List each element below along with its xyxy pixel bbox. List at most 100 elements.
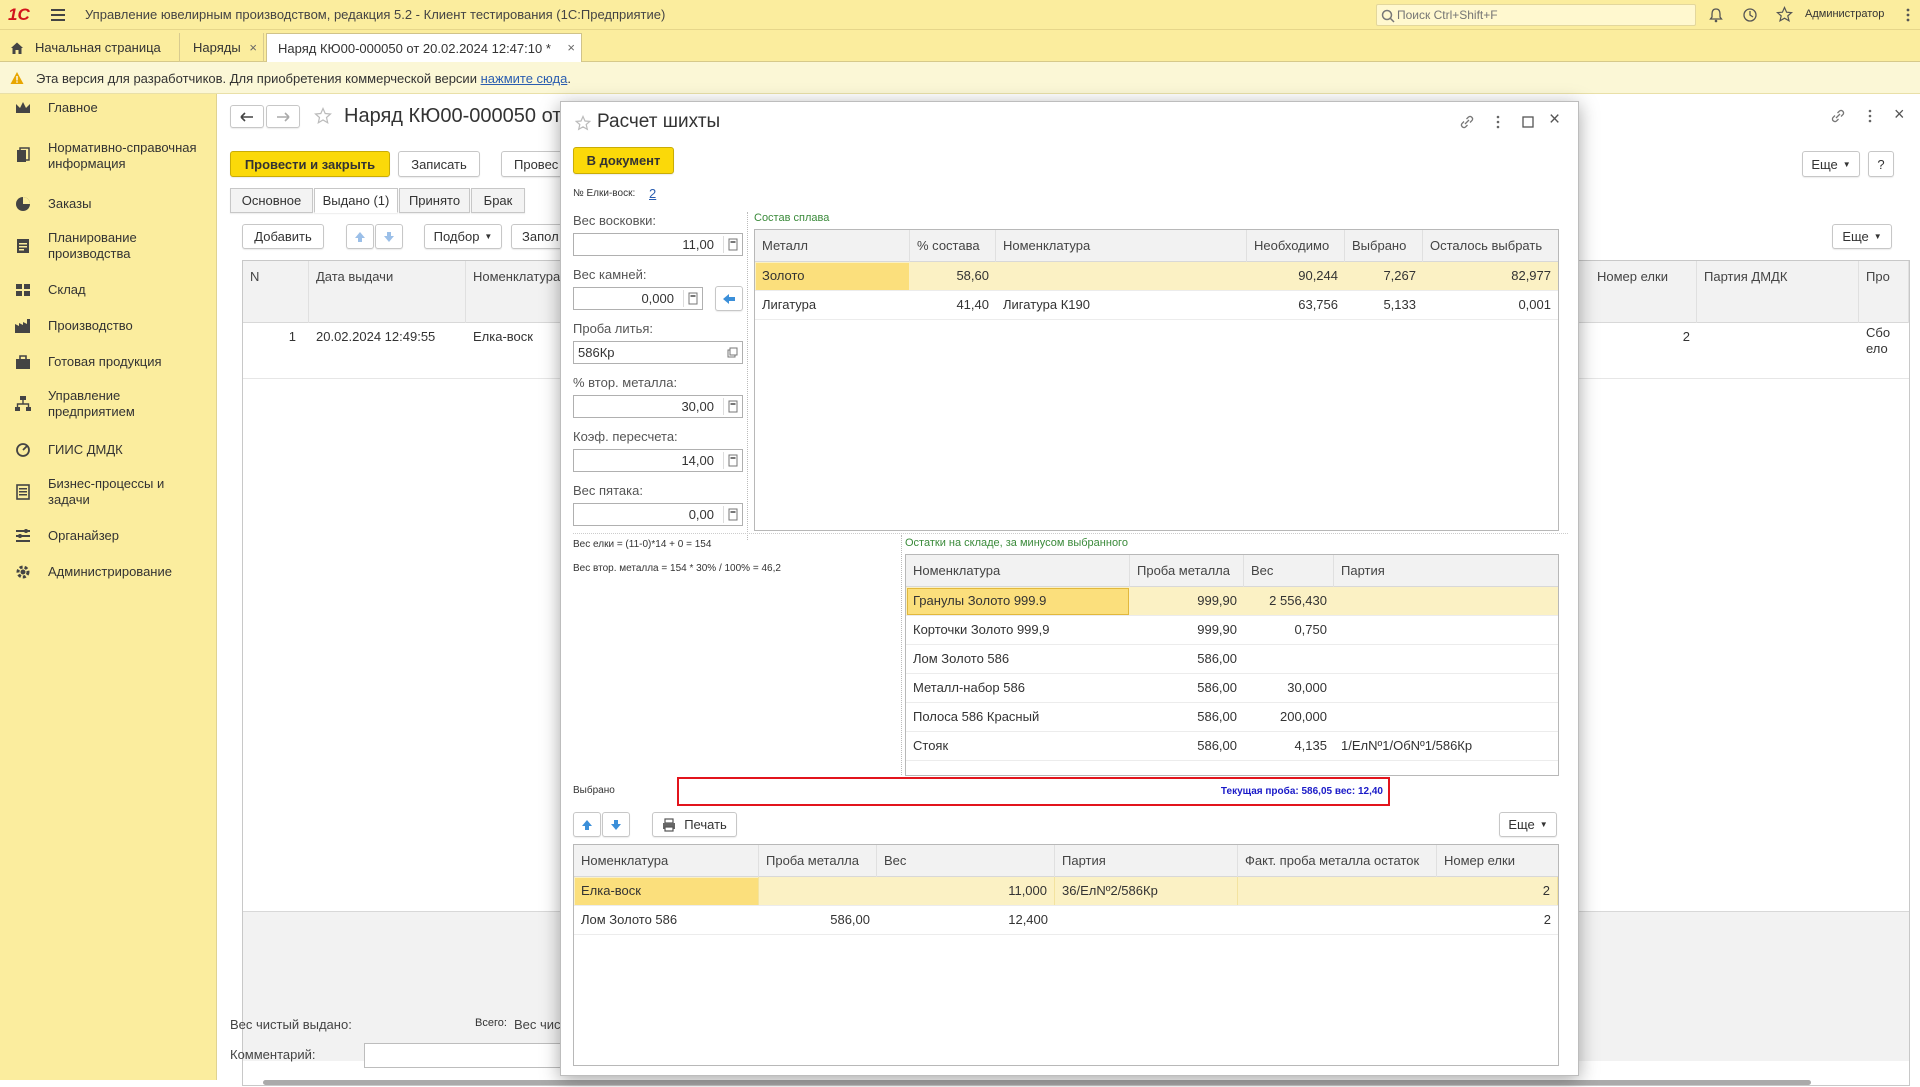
move-up-button[interactable] [573, 812, 601, 837]
select-button[interactable]: Подбор ▼ [424, 224, 502, 249]
link-icon[interactable] [1830, 108, 1846, 124]
favorite-star-icon[interactable] [575, 115, 591, 131]
col-actual-assay[interactable]: Факт. проба металла остаток [1238, 845, 1437, 877]
forward-button[interactable] [266, 105, 300, 128]
close-form-icon[interactable]: × [1894, 105, 1910, 123]
col-nomenclature[interactable]: Номенклатура [466, 261, 566, 323]
settings-menu-icon[interactable] [1900, 7, 1916, 23]
sidebar-item-planning[interactable]: Планирование производства [0, 228, 217, 264]
subtab-main[interactable]: Основное [230, 188, 313, 213]
col-batch[interactable]: Партия [1334, 555, 1558, 587]
move-down-button[interactable] [602, 812, 630, 837]
more-button[interactable]: Еще ▼ [1499, 812, 1557, 837]
apply-stones-button[interactable] [715, 286, 743, 311]
maximize-icon[interactable] [1520, 114, 1536, 130]
col-nomenclature[interactable]: Номенклатура [906, 555, 1130, 587]
bell-icon[interactable] [1708, 7, 1724, 23]
button-weight-field[interactable]: 0,00 [573, 503, 743, 526]
sidebar-item-main[interactable]: Главное [0, 96, 217, 120]
back-button[interactable] [230, 105, 264, 128]
scrollbar-thumb[interactable] [263, 1080, 1811, 1085]
app-logo[interactable]: 1С [8, 5, 38, 25]
sidebar-item-management[interactable]: Управление предприятием [0, 386, 217, 422]
subtab-defect[interactable]: Брак [471, 188, 525, 213]
sidebar-item-production[interactable]: Производство [0, 314, 217, 338]
save-button[interactable]: Записать [398, 151, 480, 177]
calculator-icon[interactable] [723, 236, 740, 253]
trees-link[interactable]: 2 [649, 186, 656, 201]
menu-icon[interactable] [50, 7, 66, 23]
add-button[interactable]: Добавить [242, 224, 324, 249]
more-menu-icon[interactable] [1862, 108, 1878, 124]
warning-link[interactable]: нажмите сюда [481, 71, 568, 86]
search-box[interactable] [1376, 4, 1696, 26]
sidebar-item-organizer[interactable]: Органайзер [0, 524, 217, 548]
user-name[interactable]: Администратор [1805, 8, 1884, 20]
sidebar-item-finished-goods[interactable]: Готовая продукция [0, 350, 217, 374]
open-icon[interactable] [723, 344, 740, 361]
star-icon[interactable] [1776, 6, 1793, 23]
col-assay[interactable]: Проба металла [759, 845, 877, 877]
favorite-star-icon[interactable] [314, 107, 332, 125]
history-icon[interactable] [1742, 7, 1758, 23]
more-button-table[interactable]: Еще ▼ [1832, 224, 1892, 249]
move-down-button[interactable] [375, 224, 403, 249]
stones-weight-field[interactable]: 0,000 [573, 287, 703, 310]
close-icon[interactable]: × [249, 40, 257, 55]
calculator-icon[interactable] [723, 452, 740, 469]
sidebar-item-warehouse[interactable]: Склад [0, 278, 217, 302]
col-metal[interactable]: Металл [755, 230, 910, 262]
print-button[interactable]: Печать [652, 812, 737, 837]
sidebar-item-label: Органайзер [48, 528, 119, 543]
calculator-icon[interactable] [683, 290, 700, 307]
alloy-table[interactable]: Металл % состава Номенклатура Необходимо… [754, 229, 1559, 531]
sidebar-item-giis[interactable]: ГИИС ДМДК [0, 438, 217, 462]
col-required[interactable]: Необходимо [1247, 230, 1345, 262]
horizontal-scrollbar[interactable] [243, 1079, 1909, 1087]
to-document-button[interactable]: В документ [573, 147, 674, 174]
secondary-metal-field[interactable]: 30,00 [573, 395, 743, 418]
stock-table[interactable]: Номенклатура Проба металла Вес Партия Гр… [905, 554, 1559, 776]
calculator-icon[interactable] [723, 506, 740, 523]
col-other[interactable]: Про [1859, 261, 1909, 323]
col-weight[interactable]: Вес [877, 845, 1055, 877]
sidebar-item-business-processes[interactable]: Бизнес-процессы и задачи [0, 474, 217, 510]
col-tree-number[interactable]: Номер елки [1590, 261, 1697, 323]
more-menu-icon[interactable] [1490, 114, 1506, 130]
tab-order-document[interactable]: Наряд КЮ00-000050 от 20.02.2024 12:47:10… [266, 33, 582, 62]
col-percent[interactable]: % состава [910, 230, 996, 262]
col-batch[interactable]: Партия [1055, 845, 1238, 877]
col-dmdk-batch[interactable]: Партия ДМДК [1697, 261, 1859, 323]
recalc-coef-field[interactable]: 14,00 [573, 449, 743, 472]
col-nomenclature[interactable]: Номенклатура [574, 845, 759, 877]
col-tree-number[interactable]: Номер елки [1437, 845, 1558, 877]
close-icon[interactable]: × [567, 40, 575, 55]
col-selected[interactable]: Выбрано [1345, 230, 1423, 262]
subtab-received[interactable]: Принято [399, 188, 470, 213]
selected-table[interactable]: Номенклатура Проба металла Вес Партия Фа… [573, 844, 1559, 1066]
col-nomenclature[interactable]: Номенклатура [996, 230, 1247, 262]
sidebar-item-administration[interactable]: Администрирование [0, 560, 217, 584]
link-icon[interactable] [1459, 114, 1475, 130]
calculator-icon[interactable] [723, 398, 740, 415]
casting-assay-field[interactable]: 586Кр [573, 341, 743, 364]
col-weight[interactable]: Вес [1244, 555, 1334, 587]
col-remaining[interactable]: Осталось выбрать [1423, 230, 1558, 262]
tab-orders[interactable]: Наряды × [182, 33, 264, 62]
planning-icon [17, 239, 29, 253]
col-n[interactable]: N [243, 261, 309, 323]
col-date[interactable]: Дата выдачи [309, 261, 466, 323]
search-input[interactable] [1397, 6, 1687, 24]
tab-home[interactable]: Начальная страница [0, 33, 180, 62]
sidebar-item-reference[interactable]: Нормативно-справочная информация [0, 138, 217, 174]
comment-field[interactable] [364, 1043, 564, 1068]
sidebar-item-orders[interactable]: Заказы [0, 192, 217, 216]
move-up-button[interactable] [346, 224, 374, 249]
subtab-issued[interactable]: Выдано (1) [314, 188, 398, 213]
close-icon[interactable]: × [1549, 110, 1565, 129]
wax-weight-field[interactable]: 11,00 [573, 233, 743, 256]
col-assay[interactable]: Проба металла [1130, 555, 1244, 587]
help-button[interactable]: ? [1868, 151, 1894, 177]
more-button[interactable]: Еще ▼ [1802, 151, 1860, 177]
post-and-close-button[interactable]: Провести и закрыть [230, 151, 390, 177]
